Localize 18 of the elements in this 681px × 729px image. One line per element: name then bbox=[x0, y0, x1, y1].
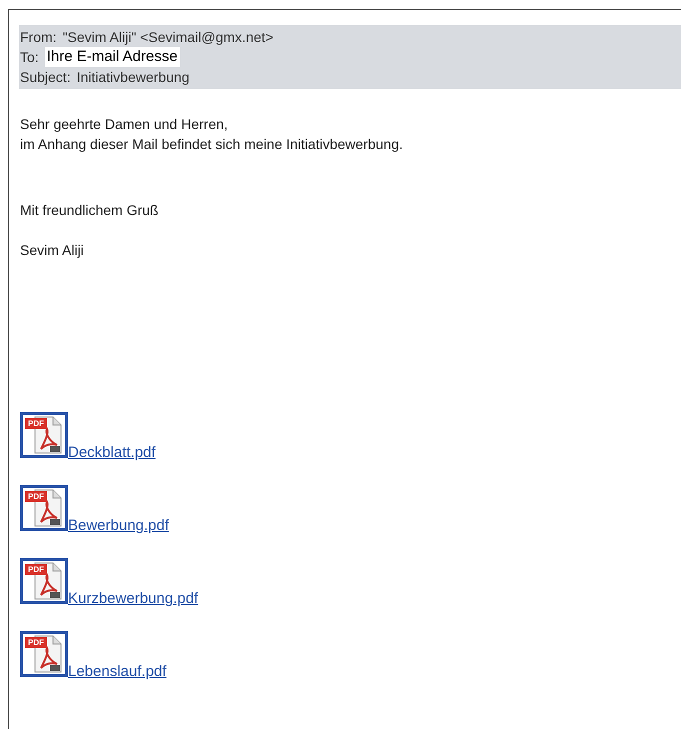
sender-address: "Sevim Aliji" <Sevimail@gmx.net> bbox=[62, 28, 274, 47]
to-label: To: bbox=[20, 48, 39, 67]
message-text: Sevim Aliji bbox=[20, 242, 84, 258]
attachment-link[interactable]: Kurzbewerbung.pdf bbox=[68, 590, 198, 607]
pdf-file-icon: PDF bbox=[20, 631, 68, 677]
attachment-link[interactable]: Bewerbung.pdf bbox=[68, 517, 169, 534]
subject-label: Subject: bbox=[20, 68, 71, 87]
pdf-file-icon: PDF bbox=[20, 485, 68, 531]
message-text: im Anhang dieser Mail befindet sich meine Initiativbewerbung. bbox=[20, 136, 403, 152]
attachment-link[interactable]: Deckblatt.pdf bbox=[68, 444, 156, 461]
pdf-file-icon: PDF bbox=[20, 412, 68, 458]
message-text: Mit freundlichem Gruß bbox=[20, 202, 158, 218]
pdf-file-icon: PDF bbox=[20, 558, 68, 604]
attachment-link[interactable]: Lebenslauf.pdf bbox=[68, 663, 166, 680]
message-text: Sehr geehrte Damen und Herren, bbox=[20, 116, 228, 132]
from-label: From: bbox=[20, 28, 57, 47]
recipient-address: Ihre E-mail Adresse bbox=[44, 47, 180, 67]
subject-text: Initiativbewerbung bbox=[76, 68, 190, 87]
